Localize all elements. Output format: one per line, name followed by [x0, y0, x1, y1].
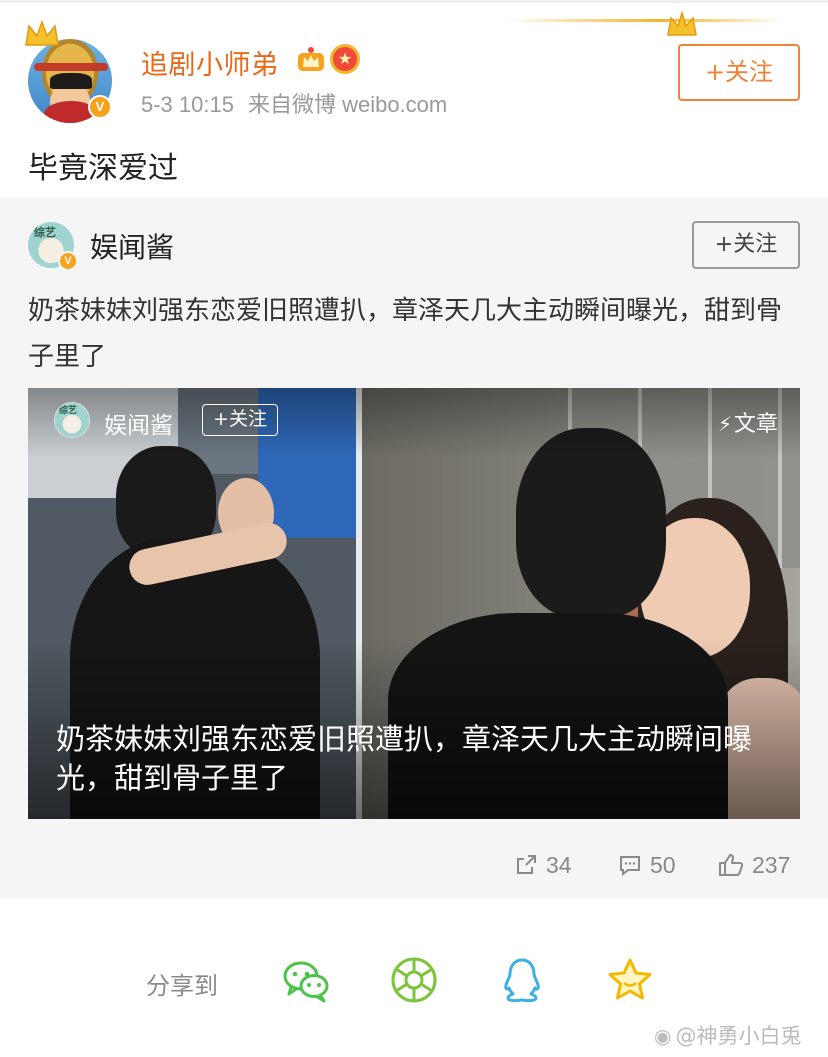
crown-icon: [25, 19, 59, 46]
moments-icon[interactable]: [390, 956, 438, 1004]
article-type-label: ⚡文章: [718, 406, 778, 438]
lightning-icon: ⚡: [717, 412, 732, 436]
post-meta: 5-3 10:15 来自微博 weibo.com: [141, 87, 447, 119]
vip-crown-icon[interactable]: [296, 45, 326, 75]
qq-icon[interactable]: [498, 956, 546, 1004]
post-header: V 追剧小师弟 ★ 5-3 10:15 来自微博 weibo.com +关注 毕竟…: [0, 3, 828, 198]
comment-count: 50: [650, 852, 676, 878]
like-count: 237: [752, 852, 791, 878]
watermark: ◉ @神勇小白兎: [654, 1020, 801, 1050]
like-count-button[interactable]: 237: [718, 852, 790, 879]
thumbs-up-icon: [719, 854, 744, 876]
crown-decoration-icon: [667, 10, 697, 36]
weibo-logo-icon: ◉: [654, 1024, 672, 1048]
overlay-avatar[interactable]: 综艺: [54, 402, 90, 438]
user-avatar[interactable]: V: [22, 17, 116, 123]
watermark-text: @神勇小白兎: [675, 1024, 802, 1048]
post-username[interactable]: 追剧小师弟: [141, 43, 279, 82]
repost-follow-button[interactable]: +关注: [692, 221, 800, 269]
repost-count-button[interactable]: 34: [514, 852, 572, 879]
repost-author[interactable]: 娱闻酱: [90, 226, 174, 266]
overlay-author[interactable]: 娱闻酱: [104, 406, 173, 440]
follow-button[interactable]: +关注: [678, 44, 800, 101]
overlay-title: 奶茶妹妹刘强东恋爱旧照遭扒，章泽天几大主动瞬间曝光，甜到骨子里了: [56, 722, 753, 795]
verified-badge-icon: V: [58, 251, 78, 271]
decor-line: [505, 19, 785, 22]
comment-count-button[interactable]: 50: [618, 852, 676, 879]
repost-card[interactable]: 综艺 V 娱闻酱 +关注 奶茶妹妹刘强东恋爱旧照遭扒，章泽天几大主动瞬间曝光，甜…: [0, 198, 828, 898]
medal-icon[interactable]: ★: [330, 44, 360, 74]
article-type-text: 文章: [733, 412, 778, 437]
verified-badge-icon: V: [88, 95, 112, 119]
comment-icon: [620, 856, 640, 877]
favorite-icon[interactable]: [606, 956, 654, 1004]
share-label: 分享到: [146, 972, 218, 1000]
post-source[interactable]: 来自微博 weibo.com: [248, 92, 447, 117]
repost-count: 34: [546, 852, 572, 878]
avatar-logo-text: 综艺: [34, 226, 56, 239]
repost-icon: [517, 855, 536, 874]
post-time: 5-3 10:15: [141, 92, 234, 117]
post-text: 毕竟深爱过: [28, 151, 178, 186]
wechat-icon[interactable]: [282, 956, 330, 1004]
share-bar: 分享到 ◉ @神勇小白兎: [0, 898, 828, 1057]
repost-text[interactable]: 奶茶妹妹刘强东恋爱旧照遭扒，章泽天几大主动瞬间曝光，甜到骨子里了: [28, 288, 788, 380]
avatar-logo-text: 综艺: [59, 406, 78, 416]
overlay-follow-button[interactable]: +关注: [202, 404, 278, 436]
article-cover-image[interactable]: 综艺 娱闻酱 +关注 ⚡文章 奶茶妹妹刘强东恋爱旧照遭扒，章泽天几大主动瞬间曝光…: [28, 388, 800, 819]
